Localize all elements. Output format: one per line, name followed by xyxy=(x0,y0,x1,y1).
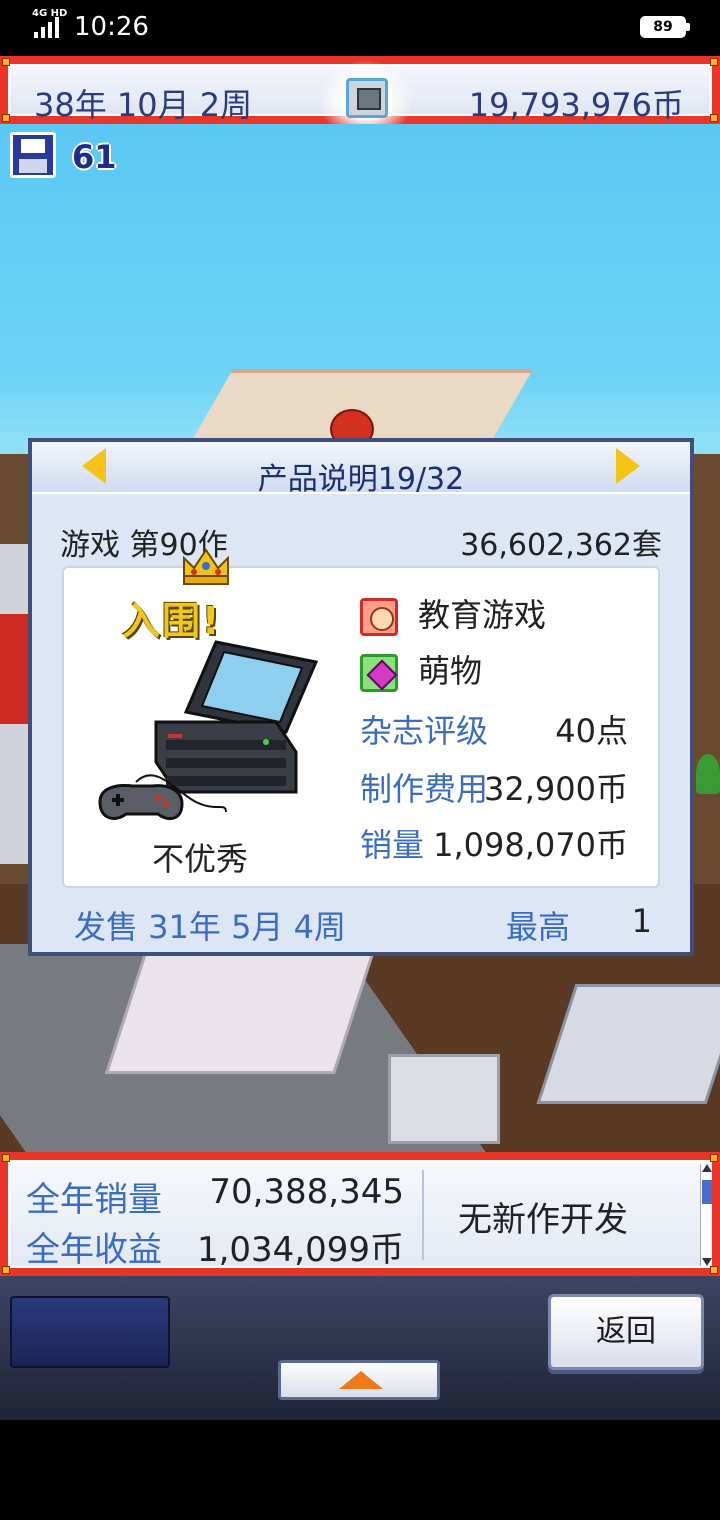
summary-divider xyxy=(422,1170,424,1260)
summary-scrollbar[interactable] xyxy=(700,1164,712,1266)
plant-icon xyxy=(696,754,720,794)
back-button[interactable]: 返回 xyxy=(548,1294,704,1370)
best-rank-label: 最高 xyxy=(506,908,571,946)
product-panel-body: 产品说明19/32 游戏 第90作 36,602,362套 入围! 不优秀 教育… xyxy=(32,442,690,952)
dev-status[interactable]: 无新作开发 xyxy=(458,1192,628,1241)
cost-label: 制作费用 xyxy=(360,770,489,808)
scroll-up-icon[interactable] xyxy=(702,1164,712,1172)
revenue-label: 销量 xyxy=(360,826,425,864)
annual-sales-label: 全年销量 xyxy=(26,1180,162,1220)
cost-value: 32,900币 xyxy=(484,770,628,808)
best-rank-value: 1 xyxy=(631,902,652,940)
theme-row: 萌物 xyxy=(360,646,482,692)
panel-title: 产品说明19/32 xyxy=(257,462,465,497)
genre-label: 教育游戏 xyxy=(418,596,547,634)
next-arrow-icon[interactable] xyxy=(616,448,640,484)
battery-level: 89 xyxy=(653,19,673,35)
frame-corner-icon xyxy=(2,1266,10,1274)
expand-up-button[interactable] xyxy=(278,1360,440,1400)
scroll-thumb[interactable] xyxy=(702,1180,712,1204)
frame-corner-icon xyxy=(710,1154,718,1162)
menu-slot[interactable] xyxy=(10,1296,170,1368)
game-date: 38年 10月 2周 xyxy=(34,86,253,124)
crown-icon xyxy=(183,548,229,585)
theme-label: 萌物 xyxy=(418,652,483,690)
frame-corner-icon xyxy=(710,58,718,66)
vending-machine-icon xyxy=(0,614,30,724)
clock: 10:26 xyxy=(74,12,149,42)
product-panel: 产品说明19/32 游戏 第90作 36,602,362套 入围! 不优秀 教育… xyxy=(28,438,694,956)
verdict-label: 不优秀 xyxy=(152,840,249,878)
battery-icon: 89 xyxy=(640,16,690,38)
education-genre-icon xyxy=(360,598,398,636)
cute-theme-icon xyxy=(360,654,398,692)
release-date: 发售 31年 5月 4周 xyxy=(74,908,346,946)
revenue-value: 1,098,070币 xyxy=(433,826,628,864)
frame-corner-icon xyxy=(2,1154,10,1162)
game-console-icon xyxy=(98,640,319,821)
staff-desk[interactable] xyxy=(104,944,378,1074)
genre-row: 教育游戏 xyxy=(360,590,546,636)
date-money-bar: 38年 10月 2周 19,793,976币 xyxy=(0,56,720,140)
panel-header: 产品说明19/32 xyxy=(32,442,690,497)
money-amount: 19,793,976币 xyxy=(468,86,684,124)
scroll-down-icon[interactable] xyxy=(702,1258,712,1266)
rating-label: 杂志评级 xyxy=(360,712,489,750)
frame-corner-icon xyxy=(710,1266,718,1274)
system-nav-area xyxy=(0,1420,720,1520)
annual-sales-value: 70,388,345 xyxy=(209,1172,404,1212)
date-money-panel: 38年 10月 2周 19,793,976币 xyxy=(8,60,712,140)
status-bar: 4G HD 10:26 89 xyxy=(0,0,720,56)
total-sales: 36,602,362套 xyxy=(460,528,662,563)
camera-icon[interactable] xyxy=(346,78,388,118)
annual-summary-bar: 全年销量 70,388,345 全年收益 1,034,099币 无新作开发 xyxy=(0,1152,720,1276)
rating-value: 40点 xyxy=(555,712,628,750)
frame-corner-icon xyxy=(710,114,718,122)
annual-summary-panel: 全年销量 70,388,345 全年收益 1,034,099币 无新作开发 xyxy=(8,1160,712,1270)
frame-corner-icon xyxy=(2,58,10,66)
game-screen: 4G HD 10:26 89 38年 10月 2周 19,793,976币 61… xyxy=(0,0,720,1520)
signal-icon xyxy=(34,17,59,38)
frame-corner-icon xyxy=(2,114,10,122)
annual-revenue-value: 1,034,099币 xyxy=(196,1230,404,1270)
floppy-disk-icon[interactable] xyxy=(10,132,56,178)
side-desk[interactable] xyxy=(388,1054,500,1144)
bottom-controls: 返回 xyxy=(0,1276,720,1420)
annual-revenue-label: 全年收益 xyxy=(26,1230,162,1270)
save-count: 61 xyxy=(72,138,117,176)
